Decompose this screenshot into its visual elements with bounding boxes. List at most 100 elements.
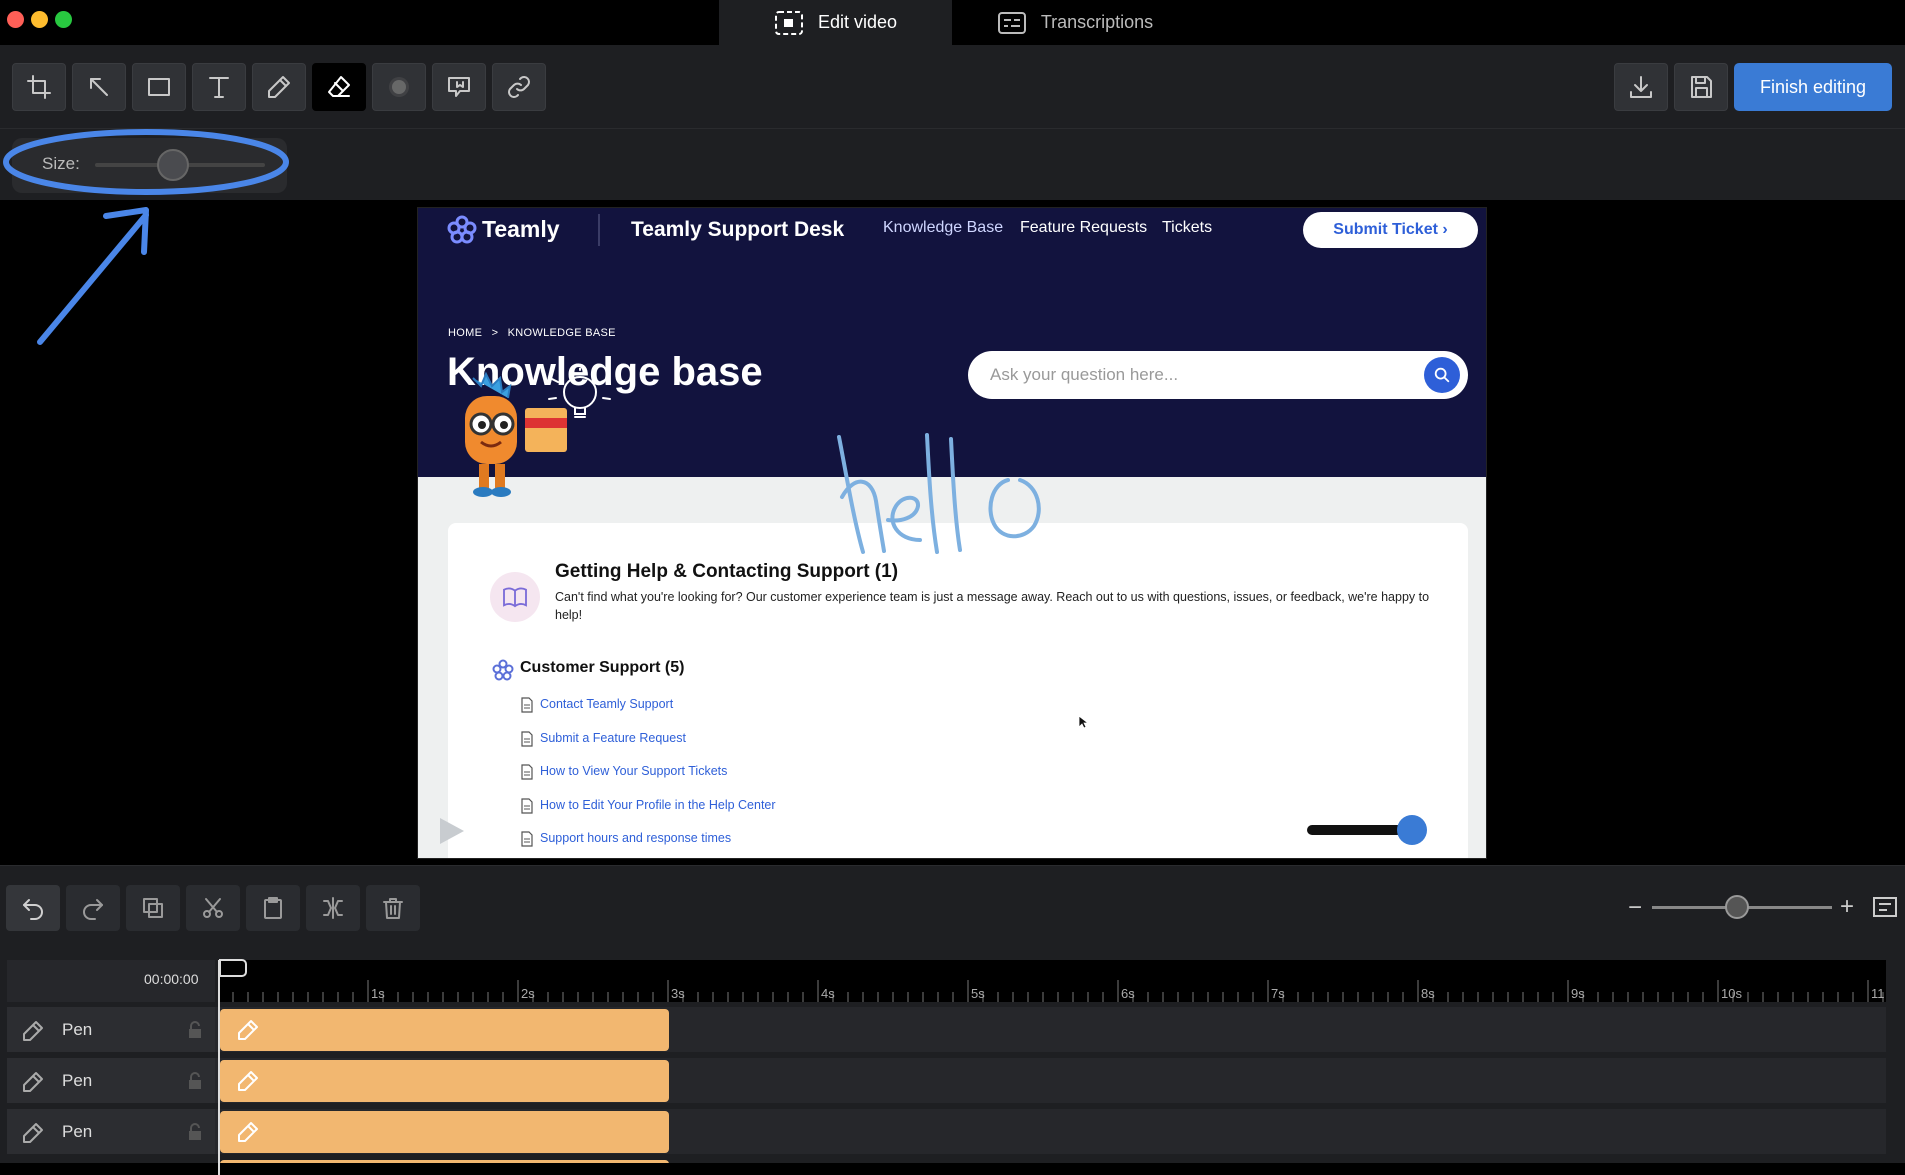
ruler-label: 5s [971,986,985,1001]
rectangle-icon [148,78,170,96]
brand-name: Teamly [482,216,560,242]
playhead-handle[interactable] [218,958,248,982]
pen-tool-button[interactable] [252,63,306,111]
breadcrumb-current: KNOWLEDGE BASE [507,327,616,339]
pen-icon [268,76,290,98]
zoom-out-button[interactable]: − [1628,894,1642,922]
eraser-tool-button[interactable] [312,63,366,111]
save-icon [1691,76,1712,98]
ruler-label: 3s [671,986,685,1001]
minimize-window-button[interactable] [31,11,48,28]
search-icon [1434,367,1450,383]
handwritten-annotation: hello [830,425,1041,554]
annotation-text: hello [830,425,833,426]
article-link: Contact Teamly Support [540,697,674,711]
article-link: How to Edit Your Profile in the Help Cen… [540,798,776,812]
cut-icon [203,898,223,918]
pen-clip[interactable] [220,1009,669,1051]
kb-category-card: Getting Help & Contacting Support (1) Ca… [448,523,1468,858]
lock-icon[interactable] [187,1072,203,1090]
volume-slider-track[interactable] [1307,825,1402,835]
text-tool-button[interactable] [192,63,246,111]
duplicate-icon [143,898,163,918]
title-bar [0,0,1905,45]
eraser-icon [328,76,350,97]
link-icon [508,76,530,98]
track-header[interactable]: Pen [7,1058,215,1103]
tab-edit-video[interactable]: Edit video [719,0,952,45]
track-name: Pen [62,1122,93,1141]
split-button[interactable] [306,885,360,931]
breadcrumb-separator: > [491,327,499,339]
nav-feature-requests: Feature Requests [1020,219,1148,236]
ruler-ticks: 1s 2s 3s 4s 5s 6s 7s 8s 9s 10s 11 [218,980,1885,1002]
bottom-edge [0,1163,1905,1175]
timecode: 00:00:00 [144,971,199,987]
finish-editing-button[interactable]: Finish editing [1734,63,1892,111]
document-icon [521,831,533,847]
track-header[interactable]: Pen [7,1109,215,1154]
fit-timeline-icon[interactable] [1872,896,1898,918]
maximize-window-button[interactable] [55,11,72,28]
pen-icon [23,1123,43,1143]
article-link: Submit a Feature Request [540,731,686,745]
track-header[interactable]: Pen [7,1007,215,1052]
mascot-illustration [465,368,611,497]
ruler-label: 11 [1871,986,1885,1001]
cut-button[interactable] [186,885,240,931]
text-icon [209,77,229,98]
document-icon [521,764,533,780]
track-name: Pen [62,1020,93,1039]
pen-clip[interactable] [220,1111,669,1153]
pen-icon [23,1021,43,1041]
highlight-annotation [3,129,289,345]
breadcrumb: HOME > KNOWLEDGE BASE [448,327,616,339]
redo-button[interactable] [66,885,120,931]
ruler-label: 6s [1121,986,1135,1001]
rectangle-tool-button[interactable] [132,63,186,111]
link-tool-button[interactable] [492,63,546,111]
search-box: Ask your question here... [968,351,1468,399]
playhead-line[interactable] [218,960,220,1175]
document-icon [521,731,533,747]
blur-tool-button[interactable] [372,63,426,111]
crop-icon [27,75,51,99]
pen-icon [238,1122,258,1142]
tab-transcriptions[interactable]: Transcriptions [970,0,1180,45]
blur-icon [389,77,409,97]
ruler-label: 1s [371,986,385,1001]
lock-icon[interactable] [187,1021,203,1039]
arrow-icon [90,78,108,96]
ruler-label: 4s [821,986,835,1001]
document-icon [521,697,533,713]
nav-tickets: Tickets [1162,219,1213,236]
search-button [1424,357,1460,393]
zoom-slider-thumb[interactable] [1725,895,1749,919]
submit-ticket-button: Submit Ticket › [1303,212,1478,248]
delete-button[interactable] [366,885,420,931]
crop-tool-button[interactable] [12,63,66,111]
ruler-label: 9s [1571,986,1585,1001]
category-description: Can't find what you're looking for? Our … [555,590,1430,622]
duplicate-button[interactable] [126,885,180,931]
lock-icon[interactable] [187,1123,203,1141]
arrow-tool-button[interactable] [72,63,126,111]
paste-button[interactable] [246,885,300,931]
video-editor-app: Edit video Transcriptions Finish editing [0,0,1905,1175]
book-icon [490,572,540,622]
download-button[interactable] [1614,63,1668,111]
pen-icon [238,1020,258,1040]
callout-tool-button[interactable] [432,63,486,111]
pen-clip[interactable] [220,1060,669,1102]
save-button[interactable] [1674,63,1728,111]
play-icon[interactable] [436,816,466,846]
volume-slider-thumb[interactable] [1397,815,1427,845]
article-link: Support hours and response times [540,831,732,845]
ruler-label: 8s [1421,986,1435,1001]
document-icon [521,798,533,814]
zoom-in-button[interactable]: + [1840,893,1854,921]
desk-title: Teamly Support Desk [631,218,845,241]
undo-button[interactable] [6,885,60,931]
close-window-button[interactable] [7,11,24,28]
split-icon [323,897,343,919]
